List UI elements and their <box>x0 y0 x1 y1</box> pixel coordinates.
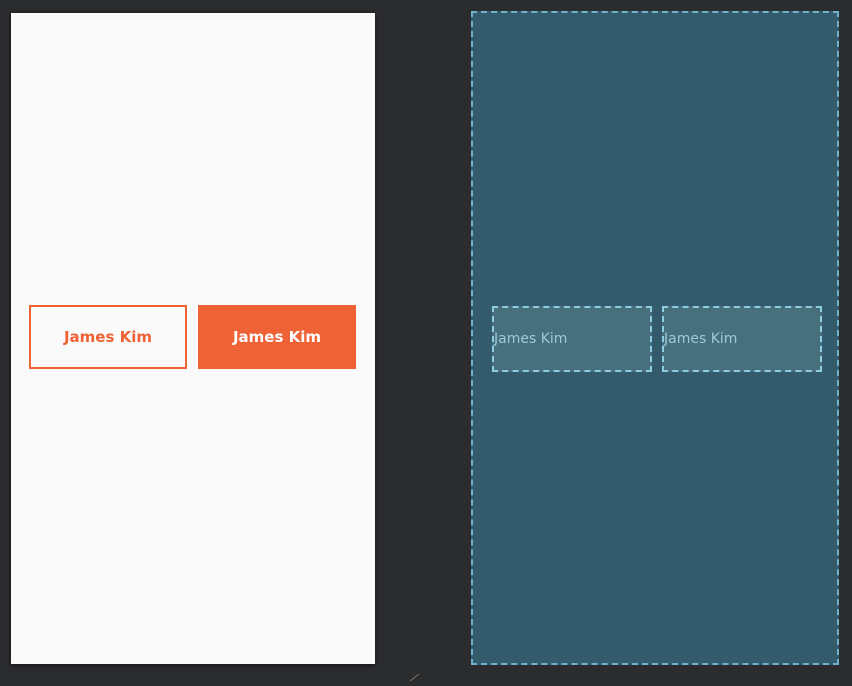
outlined-button[interactable]: James Kim <box>29 305 187 369</box>
resize-handle-icon[interactable] <box>408 668 420 682</box>
design-preview-panel: James Kim James Kim <box>11 13 375 664</box>
blueprint-button-filled[interactable]: James Kim <box>662 306 822 372</box>
blueprint-preview-panel: James Kim James Kim <box>471 11 839 665</box>
blueprint-button-outlined[interactable]: James Kim <box>492 306 652 372</box>
filled-button[interactable]: James Kim <box>198 305 356 369</box>
